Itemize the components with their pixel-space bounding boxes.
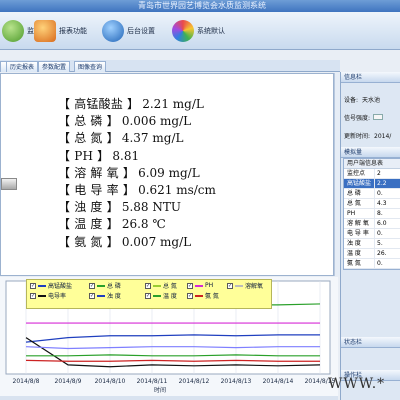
table-row[interactable]: 电 导 率 0. [344, 229, 400, 239]
legend-item-permanganate[interactable]: ✓ 高锰酸盐 [30, 281, 72, 290]
defaults-icon [172, 20, 194, 42]
reading-total-nitrogen: 【 总 氮 】 4.37 mg/L [58, 131, 184, 146]
legend-item-temperature[interactable]: ✓ 温 度 [145, 291, 177, 300]
legend-swatch [38, 294, 46, 297]
legend-checkbox[interactable]: ✓ [187, 282, 193, 289]
legend-checkbox[interactable]: ✓ [89, 282, 95, 289]
admin-icon [102, 20, 124, 42]
x-tick-label: 2014/8/10 [95, 378, 126, 385]
legend-swatch [97, 284, 105, 287]
legend-item-total-nitrogen[interactable]: ✓ 总 氮 [145, 281, 177, 290]
tab-strip: 历史报表 参数配置 图像查询 [0, 60, 340, 72]
table-row[interactable]: 溶 解 氧 6.0 [344, 219, 400, 229]
admin-settings-label: 后台设置 [127, 27, 155, 35]
table-row[interactable]: 总 磷 0. [344, 189, 400, 199]
legend-swatch [153, 294, 161, 297]
legend-item-conductivity[interactable]: ✓ 电导率 [30, 291, 66, 300]
admin-settings-button[interactable]: 后台设置 [102, 12, 155, 50]
pipe-graphic [1, 178, 17, 190]
chart-scrollbar [0, 396, 338, 400]
legend-item-turbidity[interactable]: ✓ 浊 度 [89, 291, 121, 300]
legend-checkbox[interactable]: ✓ [89, 292, 95, 299]
monitor-icon [2, 20, 24, 42]
watermark-text: WWW.* [328, 376, 386, 392]
x-tick-label: 2014/8/11 [137, 378, 168, 385]
update-row: 更新时间: 2014/ [344, 133, 392, 140]
x-tick-label: 2014/8/12 [179, 378, 210, 385]
reading-permanganate: 【 高锰酸盐 】 2.21 mg/L [58, 97, 204, 111]
reading-turbidity: 【 浊 度 】 5.88 NTU [58, 200, 181, 215]
reading-conductivity: 【 电 导 率 】 0.621 ms/cm [58, 182, 216, 197]
right-panel: 信息栏 设备: 天水池 信号强度: 更新时间: 2014/ 模拟量 用户端信息表 监… [340, 72, 400, 400]
legend-checkbox[interactable]: ✓ [30, 292, 36, 299]
legend-item-ph[interactable]: ✓ PH [187, 281, 213, 290]
report-icon [34, 20, 56, 42]
legend-item-dissolved-oxygen[interactable]: ✓ 溶解氧 [227, 281, 263, 290]
device-row: 设备: 天水池 [344, 97, 381, 104]
x-tick-label: 2014/8/9 [55, 378, 82, 385]
report-label: 报表功能 [59, 27, 87, 35]
legend-item-total-phosphorus[interactable]: ✓ 总 磷 [89, 281, 121, 290]
chart-legend: ✓ 高锰酸盐 ✓ 总 磷 ✓ 总 氮 ✓ PH ✓ 溶解氧 ✓ 电导率 ✓ 浊 度 ✓ 温 度 … [26, 279, 272, 309]
readings-list: 【 高锰酸盐 】 2.21 mg/L 【 总 磷 】 0.006 mg/L 【 总 … [58, 96, 318, 251]
x-axis-label: 时间 [154, 386, 166, 394]
x-tick-label: 2014/8/8 [13, 378, 40, 385]
signal-indicator [373, 114, 384, 120]
legend-swatch [38, 284, 46, 287]
legend-item-ammonia-nitrogen[interactable]: ✓ 氨 氮 [187, 291, 219, 300]
table-row[interactable]: 总 氮 4.3 [344, 199, 400, 209]
client-info-table: 用户端信息表 监控点 2 高锰酸盐 2.2 总 磷 0. 总 氮 4.3 PH 8. 溶 … [343, 158, 400, 270]
table-title: 用户端信息表 [344, 159, 400, 169]
legend-checkbox[interactable]: ✓ [30, 282, 36, 289]
table-row[interactable]: 高锰酸盐 2.2 [344, 179, 400, 189]
system-default-button[interactable]: 系统默认 [172, 12, 225, 50]
table-row[interactable]: 温 度 26. [344, 249, 400, 259]
status-header: 状态栏 [341, 337, 400, 348]
title-bar: 青岛市世界园艺博览会水质监测系统 [0, 0, 400, 12]
module-header: 模拟量 [341, 147, 400, 158]
tab-image-query[interactable]: 图像查询 [74, 61, 107, 72]
reading-temperature: 【 温 度 】 26.8 ℃ [58, 217, 166, 232]
legend-swatch [97, 294, 105, 297]
reading-total-phosphorus: 【 总 磷 】 0.006 mg/L [58, 114, 192, 129]
info-header: 信息栏 [341, 72, 400, 83]
legend-swatch [235, 284, 243, 287]
system-default-label: 系统默认 [197, 27, 225, 35]
legend-checkbox[interactable]: ✓ [145, 282, 151, 289]
table-header-row: 监控点 2 [344, 169, 400, 179]
reading-ph: 【 PH 】 8.81 [58, 148, 140, 163]
window-title: 青岛市世界园艺博览会水质监测系统 [138, 1, 266, 10]
table-row[interactable]: PH 8. [344, 209, 400, 219]
legend-checkbox[interactable]: ✓ [227, 282, 233, 289]
legend-swatch [153, 284, 161, 287]
report-button[interactable]: 报表功能 [34, 12, 87, 50]
reading-dissolved-oxygen: 【 溶 解 氧 】 6.09 mg/L [58, 165, 200, 180]
reading-ammonia-nitrogen: 【 氨 氮 】 0.007 mg/L [58, 234, 192, 249]
legend-checkbox[interactable]: ✓ [145, 292, 151, 299]
table-row[interactable]: 氨 氮 0. [344, 259, 400, 269]
signal-row: 信号强度: [344, 113, 384, 122]
app-window: 青岛市世界园艺博览会水质监测系统 监控 报表功能 后台设置 系统默认 历史报表 … [0, 0, 400, 400]
legend-swatch [195, 294, 203, 297]
x-tick-label: 2014/8/14 [263, 378, 294, 385]
legend-checkbox[interactable]: ✓ [187, 292, 193, 299]
table-row[interactable]: 浊 度 5. [344, 239, 400, 249]
tab-parameter-config[interactable]: 参数配置 [38, 61, 71, 72]
x-tick-label: 2014/8/13 [221, 378, 252, 385]
tab-history-report[interactable]: 历史报表 [6, 61, 39, 72]
toolbar: 监控 报表功能 后台设置 系统默认 [0, 12, 400, 50]
legend-swatch [195, 284, 203, 287]
